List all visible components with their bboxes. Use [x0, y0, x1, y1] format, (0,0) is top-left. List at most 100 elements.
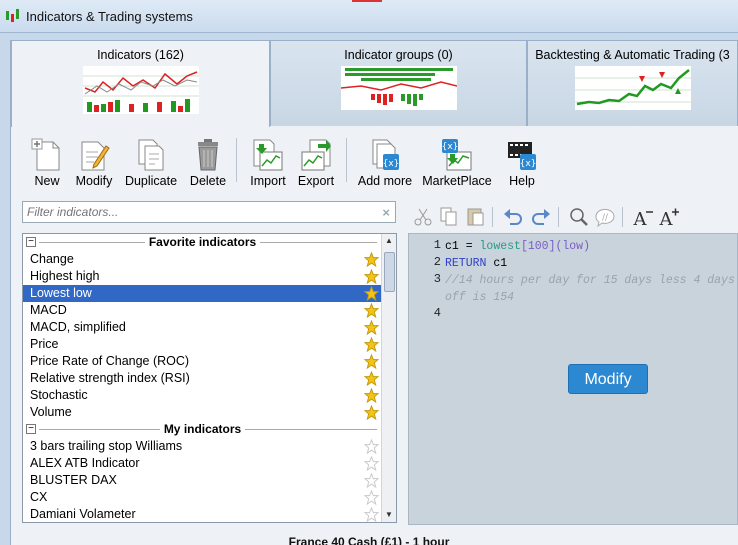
favorites-group-header[interactable]: − Favorite indicators — [23, 234, 382, 251]
list-item-label: Price — [30, 337, 59, 351]
code-line-3: //14 hours per day for 15 days less 4 da… — [445, 274, 735, 287]
export-icon — [301, 139, 331, 171]
add-more-label: Add more — [357, 174, 413, 188]
list-item-label: Damiani Volameter — [30, 507, 136, 521]
undo-icon[interactable] — [502, 206, 524, 228]
star-outline-icon[interactable] — [364, 507, 379, 522]
paste-icon[interactable] — [464, 206, 486, 228]
indicator-groups-chart-icon — [340, 66, 457, 110]
delete-button[interactable]: Delete — [187, 138, 229, 188]
svg-text:{x}: {x} — [520, 159, 537, 169]
import-icon — [253, 139, 283, 171]
increase-font-icon[interactable]: A — [658, 206, 680, 228]
favorite-star-icon[interactable] — [364, 269, 379, 284]
list-item[interactable]: Relative strength index (RSI) — [23, 370, 382, 387]
scroll-up-icon[interactable]: ▲ — [384, 236, 394, 246]
filter-input[interactable] — [23, 202, 363, 222]
clear-filter-icon[interactable]: × — [382, 205, 390, 220]
tab-indicator-groups[interactable]: Indicator groups (0) — [270, 40, 527, 126]
star-outline-icon[interactable] — [364, 456, 379, 471]
editor-modify-button[interactable]: Modify — [568, 364, 648, 394]
line-number: 1 — [433, 238, 441, 252]
window-title: Indicators & Trading systems — [26, 9, 193, 24]
code-editor[interactable]: 1 2 3 4 c1 = lowest[100](low) RETURN c1 … — [408, 233, 738, 525]
list-item-label: Lowest low — [30, 286, 92, 300]
code-line-2: RETURN c1 — [445, 257, 508, 270]
list-item-label: 3 bars trailing stop Williams — [30, 439, 183, 453]
list-item[interactable]: Stochastic — [23, 387, 382, 404]
favorite-star-icon[interactable] — [364, 354, 379, 369]
editor-toolbar-separator — [492, 207, 493, 227]
modify-label: Modify — [75, 174, 113, 188]
add-more-button[interactable]: {x} Add more — [356, 138, 414, 188]
code-line-3-wrap: off is 154 — [445, 291, 515, 304]
editor-toolbar: // A A — [408, 201, 738, 231]
backtesting-chart-icon — [574, 66, 691, 110]
list-item[interactable]: ALEX ATB Indicator — [23, 455, 382, 472]
favorite-star-icon[interactable] — [364, 337, 379, 352]
toolbar-separator — [236, 138, 237, 182]
redo-icon[interactable] — [530, 206, 552, 228]
decrease-font-icon[interactable]: A — [632, 206, 654, 228]
scroll-thumb[interactable] — [384, 252, 395, 292]
edit-document-icon — [81, 141, 110, 171]
svg-text:{x}: {x} — [442, 142, 459, 152]
star-outline-icon[interactable] — [364, 439, 379, 454]
favorite-star-icon[interactable] — [364, 371, 379, 386]
export-button[interactable]: Export — [294, 138, 338, 188]
search-icon[interactable] — [568, 206, 590, 228]
cut-icon[interactable] — [412, 206, 434, 228]
line-number: 4 — [433, 306, 441, 320]
list-item[interactable]: Change — [23, 251, 382, 268]
marketplace-icon: {x} — [442, 139, 472, 171]
marketplace-button[interactable]: {x} MarketPlace — [422, 138, 492, 188]
list-item-label: CX — [30, 490, 48, 504]
list-item[interactable]: Volume — [23, 404, 382, 421]
help-button[interactable]: {x} Help — [502, 138, 542, 188]
comment-icon[interactable]: // — [594, 206, 616, 228]
collapse-my-indicators-icon[interactable]: − — [26, 424, 36, 434]
list-item[interactable]: MACD, simplified — [23, 319, 382, 336]
filter-box: × — [22, 201, 396, 223]
import-button[interactable]: Import — [246, 138, 290, 188]
status-text: France 40 Cash (£1) - 1 hour — [288, 535, 450, 545]
toolbar: New Modify Duplicate Delete Import Expor… — [10, 130, 738, 190]
new-button[interactable]: New — [27, 138, 67, 188]
tab-backtesting-label: Backtesting & Automatic Trading (3 — [535, 48, 730, 62]
list-item-label: ALEX ATB Indicator — [30, 456, 140, 470]
editor-toolbar-separator — [622, 207, 623, 227]
duplicate-button[interactable]: Duplicate — [122, 138, 180, 188]
list-item[interactable]: BLUSTER DAX — [23, 472, 382, 489]
favorite-star-icon[interactable] — [364, 286, 379, 301]
modify-button[interactable]: Modify — [72, 138, 116, 188]
list-item[interactable]: Price Rate of Change (ROC) — [23, 353, 382, 370]
editor-toolbar-separator — [558, 207, 559, 227]
favorite-star-icon[interactable] — [364, 405, 379, 420]
indicators-chart-icon — [82, 66, 199, 114]
svg-text:A: A — [659, 209, 674, 228]
list-item[interactable]: 3 bars trailing stop Williams — [23, 438, 382, 455]
favorite-star-icon[interactable] — [364, 388, 379, 403]
line-number: 3 — [433, 272, 441, 286]
list-item[interactable]: Price — [23, 336, 382, 353]
list-item[interactable]: Highest high — [23, 268, 382, 285]
background-chart-fragment — [352, 0, 382, 2]
tab-indicators[interactable]: Indicators (162) — [11, 40, 270, 127]
list-item[interactable]: CX — [23, 489, 382, 506]
star-outline-icon[interactable] — [364, 490, 379, 505]
scroll-down-icon[interactable]: ▼ — [384, 510, 394, 520]
toolbar-separator — [346, 138, 347, 182]
tab-backtesting[interactable]: Backtesting & Automatic Trading (3 — [527, 40, 738, 126]
star-outline-icon[interactable] — [364, 473, 379, 488]
list-scrollbar[interactable]: ▲ ▼ — [381, 234, 396, 522]
favorite-star-icon[interactable] — [364, 320, 379, 335]
favorite-star-icon[interactable] — [364, 252, 379, 267]
list-item[interactable]: Damiani Volameter — [23, 506, 382, 522]
favorite-star-icon[interactable] — [364, 303, 379, 318]
list-item[interactable]: MACD — [23, 302, 382, 319]
indicator-list-content: − Favorite indicators Change Highest high… — [23, 234, 382, 522]
collapse-favorites-icon[interactable]: − — [26, 237, 36, 247]
list-item[interactable]: Lowest low — [23, 285, 382, 302]
copy-icon[interactable] — [438, 206, 460, 228]
my-indicators-group-header[interactable]: − My indicators — [23, 421, 382, 438]
